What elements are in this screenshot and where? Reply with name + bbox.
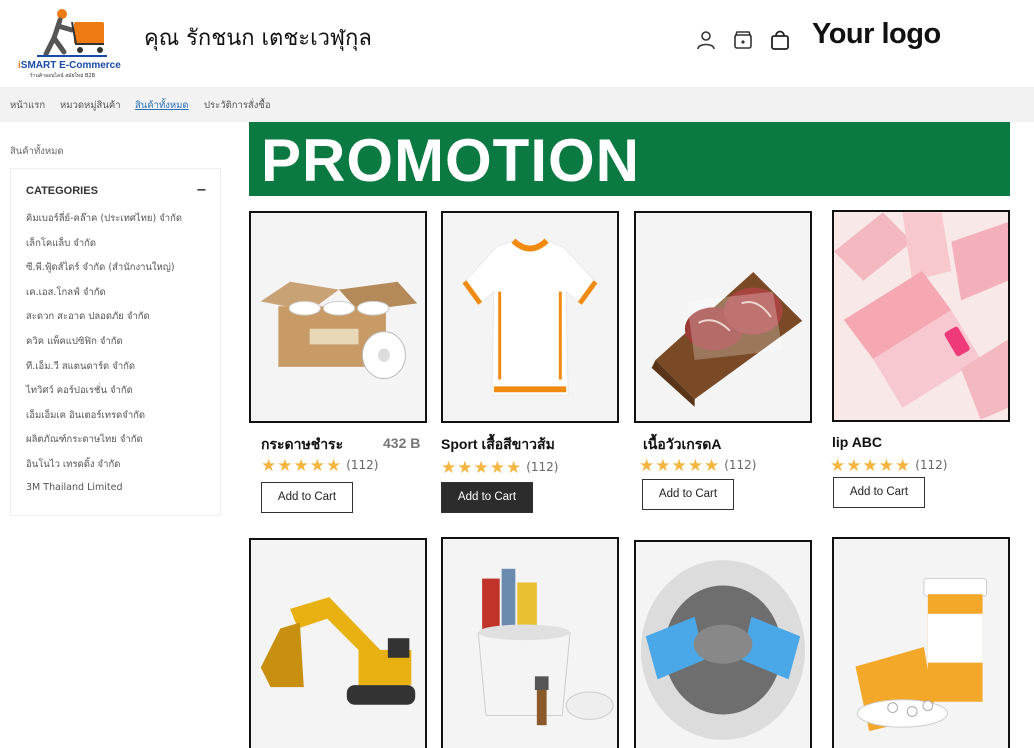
product-image-lip[interactable] [832, 210, 1010, 422]
product-rating: ★★★★★ (112) [830, 456, 948, 476]
product-name[interactable]: เนื้อวัวเกรดA [643, 434, 721, 456]
category-item[interactable]: คิมเบอร์ลี่ย์-คล๊าค (ประเทศไทย) จำกัด [26, 211, 182, 236]
product-rating: ★★★★★ (112) [261, 456, 379, 476]
product-image-medicine[interactable] [832, 537, 1010, 748]
shopping-bag-icon[interactable] [768, 28, 792, 52]
add-to-cart-button[interactable]: Add to Cart [642, 479, 734, 510]
rating-stars-icon: ★★★★★ [261, 456, 343, 476]
category-item[interactable]: ไทวิศว์ คอร์ปอเรชั่น จำกัด [26, 383, 182, 408]
rating-stars-icon: ★★★★★ [441, 458, 523, 478]
category-item[interactable]: ผลิตภัณฑ์กระดาษไทย จำกัด [26, 432, 182, 457]
add-to-cart-button[interactable]: Add to Cart [833, 477, 925, 508]
nav-categories[interactable]: หมวดหมู่สินค้า [60, 98, 121, 113]
store-icon[interactable] [731, 28, 755, 52]
nav-home[interactable]: หน้าแรก [10, 98, 45, 113]
promotion-title: PROMOTION [261, 127, 640, 194]
header: iSMART E-Commerce ร้านค้าออนไลน์ สมัยใหม… [0, 0, 1034, 87]
category-item[interactable]: เค.เอส.โกลฟ์ จำกัด [26, 285, 182, 310]
add-to-cart-button[interactable]: Add to Cart [261, 482, 353, 513]
collapse-icon[interactable]: − [196, 183, 207, 198]
category-item[interactable]: 3M Thailand Limited [26, 482, 182, 507]
beef-image [651, 272, 803, 407]
category-list: คิมเบอร์ลี่ย์-คล๊าค (ประเทศไทย) จำกัด เล… [26, 211, 182, 506]
cart-runner-logo-icon [37, 9, 107, 57]
product-image-toilet-paper[interactable] [249, 211, 427, 423]
review-count: (112) [724, 458, 757, 472]
product-price: 432 B [383, 435, 421, 451]
product-rating: ★★★★★ (112) [639, 456, 757, 476]
logo-brand: iSMART E-Commerce [18, 60, 121, 71]
product-image-sport-shirt[interactable] [441, 211, 619, 423]
product-image-paint-bucket[interactable] [441, 537, 619, 748]
nav-all-products[interactable]: สินค้าทั้งหมด [135, 98, 189, 113]
rating-stars-icon: ★★★★★ [830, 456, 912, 476]
user-name: คุณ รักชนก เตชะเวฬุกุล [144, 26, 372, 51]
medicine-bottles-image [855, 578, 987, 732]
excavator-image [260, 597, 416, 705]
review-count: (112) [526, 460, 559, 474]
lip-product-image [834, 212, 1008, 420]
paint-bucket-image [477, 568, 614, 726]
product-image-beef[interactable] [634, 211, 812, 423]
add-to-cart-button[interactable]: Add to Cart [441, 482, 533, 513]
gravel-sack-image [640, 560, 806, 740]
main-nav: หน้าแรก หมวดหมู่สินค้า สินค้าทั้งหมด ประ… [0, 87, 1034, 122]
category-item[interactable]: ควิค แพ็คแปซิฟิก จำกัด [26, 334, 182, 359]
promotion-banner[interactable]: PROMOTION [249, 122, 1010, 196]
toilet-paper-box-image [260, 281, 418, 380]
sport-shirt-image [462, 238, 598, 396]
review-count: (112) [346, 458, 379, 472]
product-image-gravel[interactable] [634, 540, 812, 748]
category-item[interactable]: เล็กโคแล็บ จำกัด [26, 236, 182, 261]
product-image-excavator[interactable] [249, 538, 427, 748]
categories-title: CATEGORIES [26, 185, 98, 197]
partner-logo: Your logo [812, 18, 941, 50]
product-name[interactable]: Sport เสื้อสีขาวส้ม [441, 434, 555, 456]
category-item[interactable]: เอ็มเอ็มเค อินเตอร์เทรดจำกัด [26, 408, 182, 433]
user-icon[interactable] [694, 28, 718, 52]
logo-tagline: ร้านค้าออนไลน์ สมัยใหม่ B2B [30, 73, 96, 79]
product-name[interactable]: lip ABC [832, 434, 882, 450]
category-item[interactable]: อินโนไว เทรดดิ้ง จำกัด [26, 457, 182, 482]
product-name[interactable]: กระดาษชำระ [261, 434, 343, 456]
product-rating: ★★★★★ (112) [441, 458, 559, 478]
category-item[interactable]: ที.เอ็ม.วี สแตนดาร์ด จำกัด [26, 359, 182, 384]
site-logo[interactable]: iSMART E-Commerce ร้านค้าออนไลน์ สมัยใหม… [16, 8, 124, 79]
rating-stars-icon: ★★★★★ [639, 456, 721, 476]
category-item[interactable]: ซี.พี.ฟู้ดส์ไดร์ จำกัด (สำนักงานใหญ่) [26, 260, 182, 285]
category-item[interactable]: สะดวก สะอาด ปลอดภัย จำกัด [26, 309, 182, 334]
breadcrumb[interactable]: สินค้าทั้งหมด [10, 144, 64, 159]
review-count: (112) [915, 458, 948, 472]
nav-order-history[interactable]: ประวัติการสั่งซื้อ [204, 98, 271, 113]
categories-panel: CATEGORIES − คิมเบอร์ลี่ย์-คล๊าค (ประเทศ… [10, 168, 221, 516]
